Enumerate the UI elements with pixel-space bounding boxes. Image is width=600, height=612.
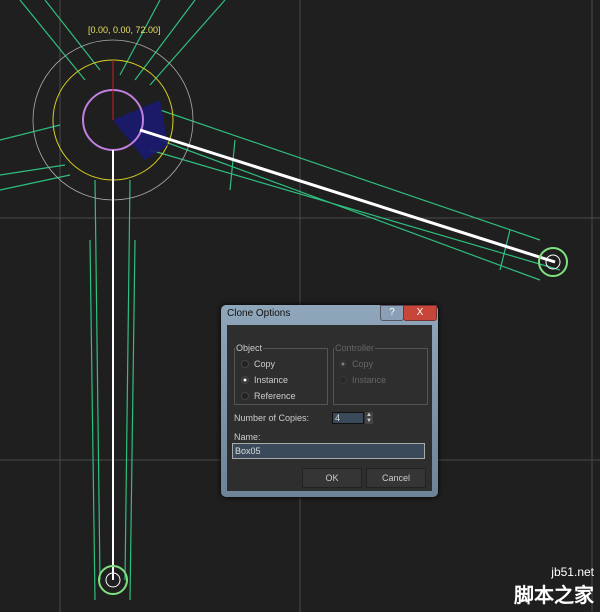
- copies-spinner[interactable]: ▲ ▼: [365, 412, 373, 424]
- help-button[interactable]: ?: [380, 305, 404, 321]
- radio-instance[interactable]: Instance: [241, 375, 288, 385]
- close-button[interactable]: X: [403, 305, 437, 321]
- watermark-brand: 脚本之家: [514, 585, 594, 607]
- watermark: jb51.net 脚本之家: [514, 565, 594, 608]
- dialog-title: Clone Options: [227, 308, 291, 319]
- copies-input[interactable]: 4: [332, 412, 364, 424]
- cancel-button[interactable]: Cancel: [366, 468, 426, 488]
- radio-copy[interactable]: Copy: [241, 359, 275, 369]
- watermark-site: jb51.net: [551, 565, 594, 579]
- controller-group: Controller: [333, 343, 428, 405]
- name-label: Name:: [234, 432, 261, 442]
- clone-options-dialog: Clone Options ? X Object Copy Instance R…: [221, 305, 438, 497]
- controller-group-label: Controller: [335, 343, 375, 353]
- copies-label: Number of Copies:: [234, 413, 310, 423]
- ok-button[interactable]: OK: [302, 468, 362, 488]
- object-group-label: Object: [236, 343, 263, 353]
- controller-radio-copy: Copy: [339, 359, 373, 369]
- name-input[interactable]: Box05: [232, 443, 425, 459]
- radio-reference[interactable]: Reference: [241, 391, 296, 401]
- spider-arms-wireframe: [0, 0, 561, 601]
- controller-radio-instance: Instance: [339, 375, 386, 385]
- coordinate-readout: [0.00, 0.00, 72.00]: [88, 25, 161, 35]
